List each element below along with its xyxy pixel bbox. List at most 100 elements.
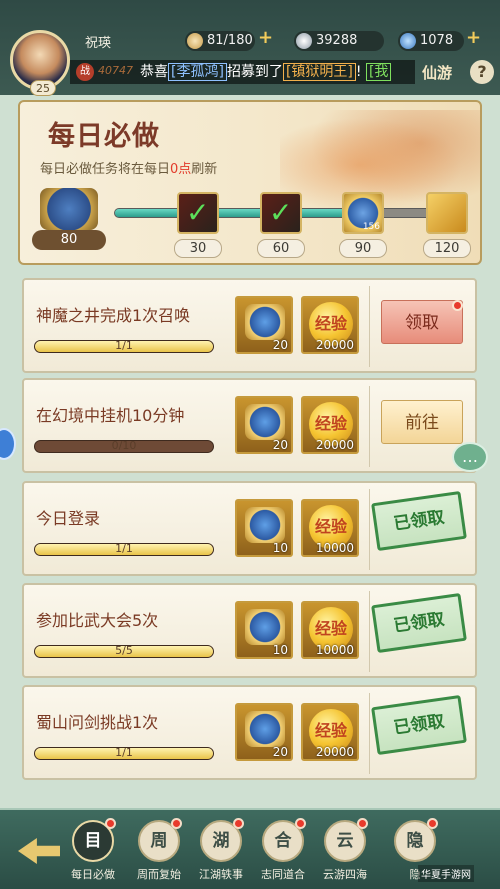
reward-count: 10000 bbox=[315, 643, 354, 657]
nav-tab-2[interactable]: 湖江湖轶事 bbox=[190, 818, 252, 882]
milestone-30-label: 30 bbox=[174, 239, 222, 258]
treasure-box-icon bbox=[245, 304, 285, 340]
marquee-badge: 战 bbox=[76, 63, 94, 81]
task-progress-text: 1/1 bbox=[115, 543, 133, 555]
divider bbox=[369, 591, 370, 672]
reward-item-box[interactable]: 10 bbox=[235, 499, 293, 557]
milestone-120-reward[interactable] bbox=[426, 192, 468, 234]
milestone-90-count: 156 bbox=[362, 222, 380, 232]
red-dot-icon bbox=[171, 818, 182, 829]
player-name: 祝瑛 bbox=[85, 36, 112, 51]
reward-item-exp[interactable]: 经验 10000 bbox=[301, 601, 359, 659]
task-row: 参加比武大会5次 5/5 10 经验 10000 已领取 bbox=[22, 583, 477, 678]
refresh-time: 0点 bbox=[170, 162, 192, 177]
marquee-mid: 招募到了 bbox=[226, 64, 283, 80]
reward-count: 10000 bbox=[315, 541, 354, 555]
task-go-button[interactable]: 前往 bbox=[381, 400, 463, 444]
task-row: 神魔之井完成1次召唤 1/1 20 经验 20000 领取 bbox=[22, 278, 477, 373]
add-stamina-button[interactable]: + bbox=[258, 27, 273, 48]
nav-tab-label: 周而复始 bbox=[137, 868, 181, 881]
current-points: 80 bbox=[32, 230, 106, 250]
panel-title: 每日必做 bbox=[48, 121, 160, 152]
reward-item-box[interactable]: 20 bbox=[235, 396, 293, 454]
nav-tab-4[interactable]: 云云游四海 bbox=[314, 818, 376, 882]
task-name: 在幻境中挂机10分钟 bbox=[36, 406, 185, 425]
nav-tab-label: 云游四海 bbox=[323, 868, 367, 881]
stamina-value: 81/180 bbox=[207, 33, 253, 48]
treasure-box-icon bbox=[245, 404, 285, 440]
reward-item-exp[interactable]: 经验 10000 bbox=[301, 499, 359, 557]
red-dot-icon bbox=[295, 818, 306, 829]
nav-tab-label: 每日必做 bbox=[71, 868, 115, 881]
task-progress-text: 1/1 bbox=[115, 747, 133, 759]
reward-item-box[interactable]: 20 bbox=[235, 703, 293, 761]
red-dot-icon bbox=[427, 818, 438, 829]
milestone-90-label: 90 bbox=[339, 239, 387, 258]
player-level: 25 bbox=[30, 80, 56, 96]
marquee-item: [镇狱明王] bbox=[282, 63, 356, 81]
milestone-60-reward[interactable]: ✓ bbox=[260, 192, 302, 234]
add-ingot-button[interactable]: + bbox=[466, 27, 481, 48]
reward-count: 10 bbox=[272, 541, 288, 555]
reward-item-exp[interactable]: 经验 20000 bbox=[301, 296, 359, 354]
task-row: 蜀山问剑挑战1次 1/1 20 经验 20000 已领取 bbox=[22, 685, 477, 780]
area-label: 仙游 bbox=[422, 64, 453, 82]
reward-count: 20000 bbox=[315, 745, 354, 759]
ingot-display: 1078 bbox=[398, 31, 464, 51]
reward-item-exp[interactable]: 经验 20000 bbox=[301, 396, 359, 454]
silver-display: 39288 bbox=[294, 31, 384, 51]
panel-subtitle: 每日必做任务将在每日0点刷新 bbox=[40, 162, 218, 177]
task-progress-bar: 1/1 bbox=[34, 747, 214, 760]
task-progress-text: 1/1 bbox=[115, 340, 133, 352]
divider bbox=[369, 693, 370, 774]
reward-item-exp[interactable]: 经验 20000 bbox=[301, 703, 359, 761]
divider bbox=[369, 489, 370, 570]
treasure-box-icon bbox=[245, 507, 285, 543]
check-icon: ✓ bbox=[269, 196, 293, 229]
ingot-icon bbox=[400, 33, 416, 49]
reward-count: 20000 bbox=[315, 438, 354, 452]
chat-icon[interactable]: … bbox=[452, 442, 488, 472]
check-icon: ✓ bbox=[186, 196, 210, 229]
divider bbox=[369, 286, 370, 367]
marquee-end: ! bbox=[355, 64, 362, 80]
task-done-button: 已领取 bbox=[371, 694, 467, 756]
task-name: 蜀山问剑挑战1次 bbox=[36, 713, 159, 732]
marquee-text: 恭喜 bbox=[140, 64, 168, 80]
silver-coin-icon bbox=[296, 33, 312, 49]
help-button[interactable]: ? bbox=[470, 60, 494, 84]
nav-tab-0[interactable]: 目每日必做 bbox=[62, 818, 124, 882]
red-dot-icon bbox=[233, 818, 244, 829]
nav-tab-label: 江湖轶事 bbox=[199, 868, 243, 881]
watermark: 华夏手游网 bbox=[418, 865, 474, 882]
nav-tab-1[interactable]: 周周而复始 bbox=[128, 818, 190, 882]
marquee-player: [李孤鸿] bbox=[168, 63, 227, 81]
reward-item-box[interactable]: 10 bbox=[235, 601, 293, 659]
reward-count: 20 bbox=[272, 745, 288, 759]
task-progress-bar: 1/1 bbox=[34, 543, 214, 556]
reward-count: 20 bbox=[272, 338, 288, 352]
milestone-120-label: 120 bbox=[423, 239, 471, 258]
side-panel-tab[interactable] bbox=[0, 428, 16, 460]
task-progress-bar: 1/1 bbox=[34, 340, 214, 353]
task-progress-text: 5/5 bbox=[115, 645, 133, 657]
milestone-30-reward[interactable]: ✓ bbox=[177, 192, 219, 234]
task-claim-button[interactable]: 领取 bbox=[381, 300, 463, 344]
points-progress-fill bbox=[115, 209, 345, 217]
divider bbox=[369, 386, 370, 467]
stamina-icon bbox=[187, 33, 203, 49]
task-progress-text: 0/10 bbox=[111, 440, 137, 452]
reward-item-box[interactable]: 20 bbox=[235, 296, 293, 354]
task-name: 参加比武大会5次 bbox=[36, 611, 159, 630]
treasure-box-icon bbox=[245, 711, 285, 747]
task-progress-bar: 5/5 bbox=[34, 645, 214, 658]
nav-tab-3[interactable]: 合志同道合 bbox=[252, 818, 314, 882]
milestone-90-reward[interactable]: 156 bbox=[342, 192, 384, 234]
task-done-button: 已领取 bbox=[371, 592, 467, 654]
task-name: 今日登录 bbox=[36, 509, 101, 528]
red-dot-icon bbox=[105, 818, 116, 829]
ingot-value: 1078 bbox=[420, 33, 454, 48]
milestone-60-label: 60 bbox=[257, 239, 305, 258]
task-done-button: 已领取 bbox=[371, 490, 467, 552]
reward-count: 10 bbox=[272, 643, 288, 657]
